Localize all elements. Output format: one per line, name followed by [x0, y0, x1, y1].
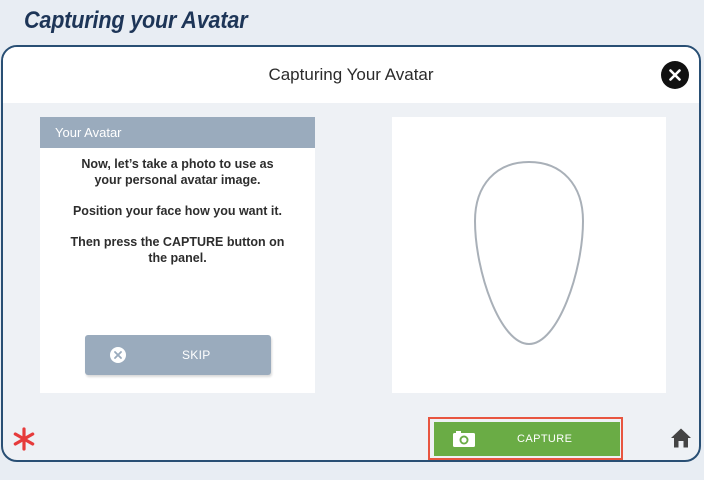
face-outline — [473, 160, 585, 346]
instruction-line: Now, let’s take a photo to use as your p… — [81, 157, 274, 187]
instruction-line: Position your face how you want it. — [72, 204, 283, 218]
skip-button[interactable]: SKIP — [85, 335, 271, 375]
dialog-title: Capturing Your Avatar — [268, 65, 434, 84]
dialog-header: Capturing Your Avatar — [3, 47, 699, 103]
instruction-line: Then press the CAPTURE button on the pan… — [70, 235, 285, 265]
close-circle-icon — [110, 347, 126, 363]
camera-preview — [392, 117, 666, 393]
close-icon — [669, 69, 681, 81]
camera-icon — [453, 431, 475, 447]
panel-header: Your Avatar — [40, 117, 315, 148]
avatar-dialog: Capturing Your Avatar Your Avatar Now, l… — [1, 45, 701, 462]
instructions-text: Now, let’s take a photo to use as your p… — [40, 156, 315, 266]
close-button[interactable] — [661, 61, 689, 89]
capture-label: CAPTURE — [517, 433, 573, 445]
asterisk-icon — [13, 427, 35, 451]
home-icon[interactable] — [670, 427, 692, 449]
page-heading: Capturing your Avatar — [24, 7, 248, 34]
avatar-instructions-panel: Your Avatar Now, let’s take a photo to u… — [40, 117, 315, 393]
capture-button[interactable]: CAPTURE — [434, 422, 620, 456]
skip-label: SKIP — [182, 348, 211, 362]
